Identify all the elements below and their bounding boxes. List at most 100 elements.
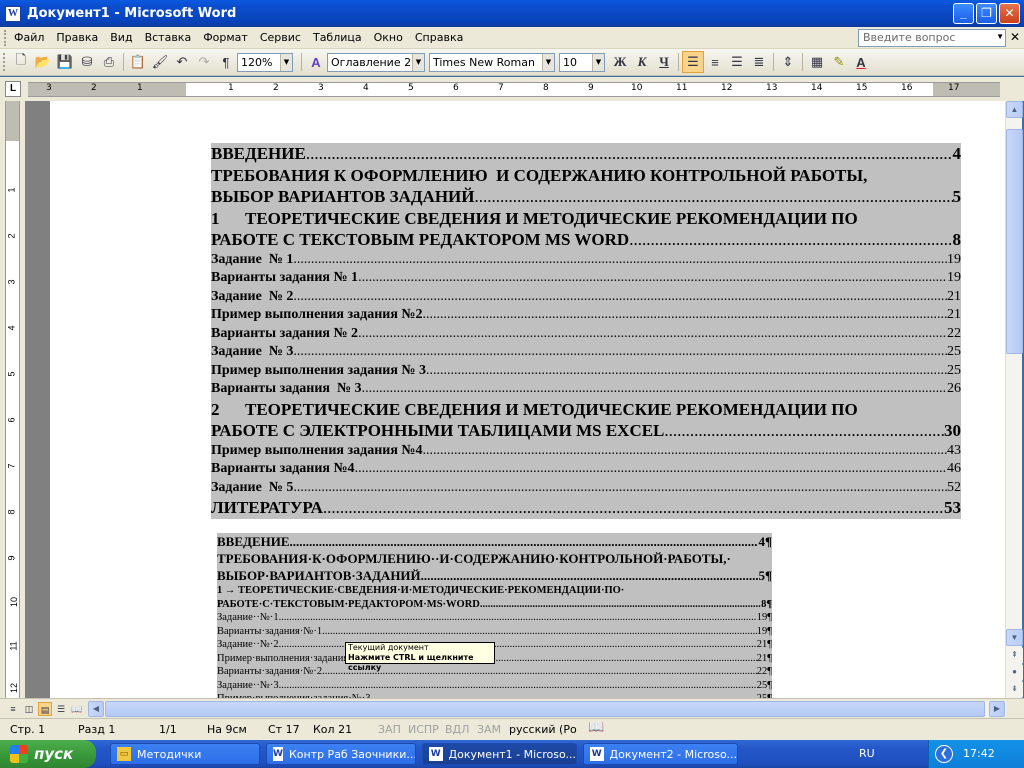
- menu-edit[interactable]: Правка: [50, 31, 104, 44]
- toc-copy-entry[interactable]: ТРЕБОВАНИЯ·К·ОФОРМЛЕНИЮ··И·СОДЕРЖАНИЮ·КО…: [217, 550, 772, 567]
- status-extend[interactable]: ВДЛ: [445, 723, 469, 736]
- horizontal-ruler[interactable]: 3 2 1 1 2 3 4 5 6 7 8 9 10 11 12 13 14 1…: [28, 82, 1000, 97]
- tab-selector[interactable]: L: [5, 81, 21, 97]
- print-icon[interactable]: ⎙: [98, 51, 120, 73]
- zoom-select[interactable]: 120% ▼: [237, 52, 293, 72]
- horizontal-scrollbar[interactable]: ◀ ▶: [88, 701, 1006, 717]
- status-record-macro[interactable]: ЗАП: [378, 723, 401, 736]
- highlight-icon[interactable]: ✎: [828, 51, 850, 73]
- toc-entry[interactable]: ВВЕДЕНИЕ 4: [211, 143, 961, 165]
- toc-entry[interactable]: Варианты задания № 2 22: [211, 325, 961, 344]
- toc-entry[interactable]: Пример выполнения задания №2 21: [211, 306, 961, 325]
- save-icon[interactable]: 💾: [54, 51, 76, 73]
- paste-icon[interactable]: 📋: [127, 51, 149, 73]
- web-view-icon[interactable]: ◫: [22, 702, 36, 716]
- toc-entry[interactable]: 2 ТЕОРЕТИЧЕСКИЕ СВЕДЕНИЯ И МЕТОДИЧЕСКИЕ …: [211, 399, 961, 421]
- outline-view-icon[interactable]: ☰: [54, 702, 68, 716]
- toc-entry[interactable]: Задание № 2 21: [211, 288, 961, 307]
- line-spacing-icon[interactable]: ⇕: [777, 51, 799, 73]
- toc-entry[interactable]: 1 ТЕОРЕТИЧЕСКИЕ СВЕДЕНИЯ И МЕТОДИЧЕСКИЕ …: [211, 208, 961, 230]
- toc-entry[interactable]: Пример выполнения задания №4 43: [211, 442, 961, 461]
- status-track-changes[interactable]: ИСПР: [408, 723, 439, 736]
- toc-entry[interactable]: Варианты задания № 3 26: [211, 380, 961, 399]
- close-doc-icon[interactable]: ✕: [1010, 30, 1020, 44]
- help-search-input[interactable]: Введите вопрос: [858, 29, 1006, 47]
- undo-icon[interactable]: ↶: [171, 51, 193, 73]
- toc-entry[interactable]: ВЫБОР ВАРИАНТОВ ЗАДАНИЙ 5: [211, 186, 961, 208]
- styles-pane-icon[interactable]: A: [305, 51, 327, 73]
- document-area[interactable]: ВВЕДЕНИЕ 4 ТРЕБОВАНИЯ К ОФОРМЛЕНИЮ И СОДЕР…: [25, 101, 1005, 698]
- italic-button[interactable]: К: [631, 51, 653, 73]
- toc-entry[interactable]: Задание № 3 25: [211, 343, 961, 362]
- previous-page-icon[interactable]: ⇞: [1006, 647, 1023, 664]
- close-button[interactable]: ✕: [999, 3, 1020, 24]
- format-painter-icon[interactable]: 🖌: [149, 51, 171, 73]
- toc-entry[interactable]: Варианты задания №4 46: [211, 460, 961, 479]
- minimize-button[interactable]: _: [953, 3, 974, 24]
- toc-entry[interactable]: Задание № 1 19: [211, 251, 961, 270]
- menu-view[interactable]: Вид: [104, 31, 138, 44]
- toc-entry[interactable]: Задание № 5 52: [211, 479, 961, 498]
- scroll-left-icon[interactable]: ◀: [88, 701, 104, 717]
- reading-view-icon[interactable]: 📖: [70, 702, 84, 716]
- print-layout-icon[interactable]: ▤: [38, 702, 52, 716]
- document-page[interactable]: ВВЕДЕНИЕ 4 ТРЕБОВАНИЯ К ОФОРМЛЕНИЮ И СОДЕР…: [50, 101, 1005, 698]
- menu-tools[interactable]: Сервис: [254, 31, 307, 44]
- scroll-down-icon[interactable]: ▼: [1006, 629, 1023, 646]
- status-overtype[interactable]: ЗАМ: [477, 723, 501, 736]
- toc-copy-entry[interactable]: Варианты·задания·№·2 22¶: [217, 665, 772, 679]
- pilcrow-icon[interactable]: ¶: [215, 51, 237, 73]
- toc-copy-entry[interactable]: РАБОТЕ·С·ТЕКСТОВЫМ·РЕДАКТОРОМ·MS·WORD 8¶: [217, 598, 772, 612]
- status-language[interactable]: русский (Ро: [509, 723, 577, 736]
- scrollbar-thumb[interactable]: [1006, 129, 1023, 354]
- new-document-icon[interactable]: 🗋: [10, 51, 32, 73]
- redo-icon[interactable]: ↷: [193, 51, 215, 73]
- open-folder-icon[interactable]: 📂: [32, 51, 54, 73]
- toc-copy-entry[interactable]: ВВЕДЕНИЕ 4¶: [217, 533, 772, 550]
- align-justify-icon[interactable]: ≣: [748, 51, 770, 73]
- menu-window[interactable]: Окно: [368, 31, 409, 44]
- toc-copy-entry[interactable]: Задание··№·3 25¶: [217, 679, 772, 693]
- toc-entry[interactable]: ТРЕБОВАНИЯ К ОФОРМЛЕНИЮ И СОДЕРЖАНИЮ КОН…: [211, 165, 961, 187]
- normal-view-icon[interactable]: ≡: [6, 702, 20, 716]
- font-size-select[interactable]: 10 ▼: [559, 52, 605, 72]
- menu-help[interactable]: Справка: [409, 31, 469, 44]
- toc-copy-entry[interactable]: ВЫБОР·ВАРИАНТОВ·ЗАДАНИЙ 5¶: [217, 567, 772, 584]
- menu-insert[interactable]: Вставка: [139, 31, 198, 44]
- toc-copy-entry[interactable]: Задание··№·1 19¶: [217, 611, 772, 625]
- chevron-down-icon[interactable]: ▼: [996, 32, 1004, 41]
- toolbar-grip[interactable]: [3, 53, 7, 71]
- embedded-toc-copy[interactable]: ВВЕДЕНИЕ 4¶ ТРЕБОВАНИЯ·К·ОФОРМЛЕНИЮ··И·СОД…: [217, 533, 772, 698]
- language-indicator[interactable]: RU: [859, 747, 875, 760]
- vertical-scrollbar[interactable]: ▲ ▼ ⇞ ● ⇟: [1005, 101, 1023, 698]
- font-color-icon[interactable]: A: [850, 51, 872, 73]
- menu-format[interactable]: Формат: [197, 31, 254, 44]
- align-right-icon[interactable]: ☰: [726, 51, 748, 73]
- maximize-button[interactable]: ❐: [976, 3, 997, 24]
- toc-entry[interactable]: ЛИТЕРАТУРА 53: [211, 497, 961, 519]
- scroll-right-icon[interactable]: ▶: [989, 701, 1005, 717]
- borders-icon[interactable]: ▦: [806, 51, 828, 73]
- horizontal-scrollbar-thumb[interactable]: [105, 701, 985, 717]
- menu-table[interactable]: Таблица: [307, 31, 368, 44]
- toc-entry[interactable]: РАБОТЕ С ЭЛЕКТРОННЫМИ ТАБЛИЦАМИ MS EXCEL…: [211, 420, 961, 442]
- taskbar-item-control-work[interactable]: W Контр Раб Заочники...: [266, 743, 416, 765]
- scroll-up-icon[interactable]: ▲: [1006, 101, 1023, 118]
- toc-entry[interactable]: Пример выполнения задания № 3 25: [211, 362, 961, 381]
- align-left-icon[interactable]: ☰: [682, 51, 704, 73]
- font-select[interactable]: Times New Roman ▼: [429, 52, 555, 72]
- toc-entry[interactable]: РАБОТЕ С ТЕКСТОВЫМ РЕДАКТОРОМ MS WORD 8: [211, 229, 961, 251]
- bold-button[interactable]: Ж: [609, 51, 631, 73]
- style-select[interactable]: Оглавление 2 ▼: [327, 52, 425, 72]
- toc-entry[interactable]: Варианты задания № 1 19: [211, 269, 961, 288]
- taskbar-item-document2[interactable]: W Документ2 - Microso...: [583, 743, 738, 765]
- toc-copy-entry[interactable]: Варианты·задания·№·1 19¶: [217, 625, 772, 639]
- taskbar-item-document1[interactable]: W Документ1 - Microso...: [422, 743, 577, 765]
- permission-icon[interactable]: ⛁: [76, 51, 98, 73]
- menu-file[interactable]: Файл: [8, 31, 50, 44]
- taskbar-item-methods[interactable]: ▭ Методички: [110, 743, 260, 765]
- back-arrow-icon[interactable]: ❮: [935, 745, 953, 763]
- start-button[interactable]: пуск: [0, 740, 96, 768]
- toc-copy-entry[interactable]: 1 → ТЕОРЕТИЧЕСКИЕ·СВЕДЕНИЯ·И·МЕТОДИЧЕСКИ…: [217, 584, 772, 598]
- vertical-ruler[interactable]: 1 2 3 4 5 6 7 8 9 10 11 12: [0, 101, 25, 698]
